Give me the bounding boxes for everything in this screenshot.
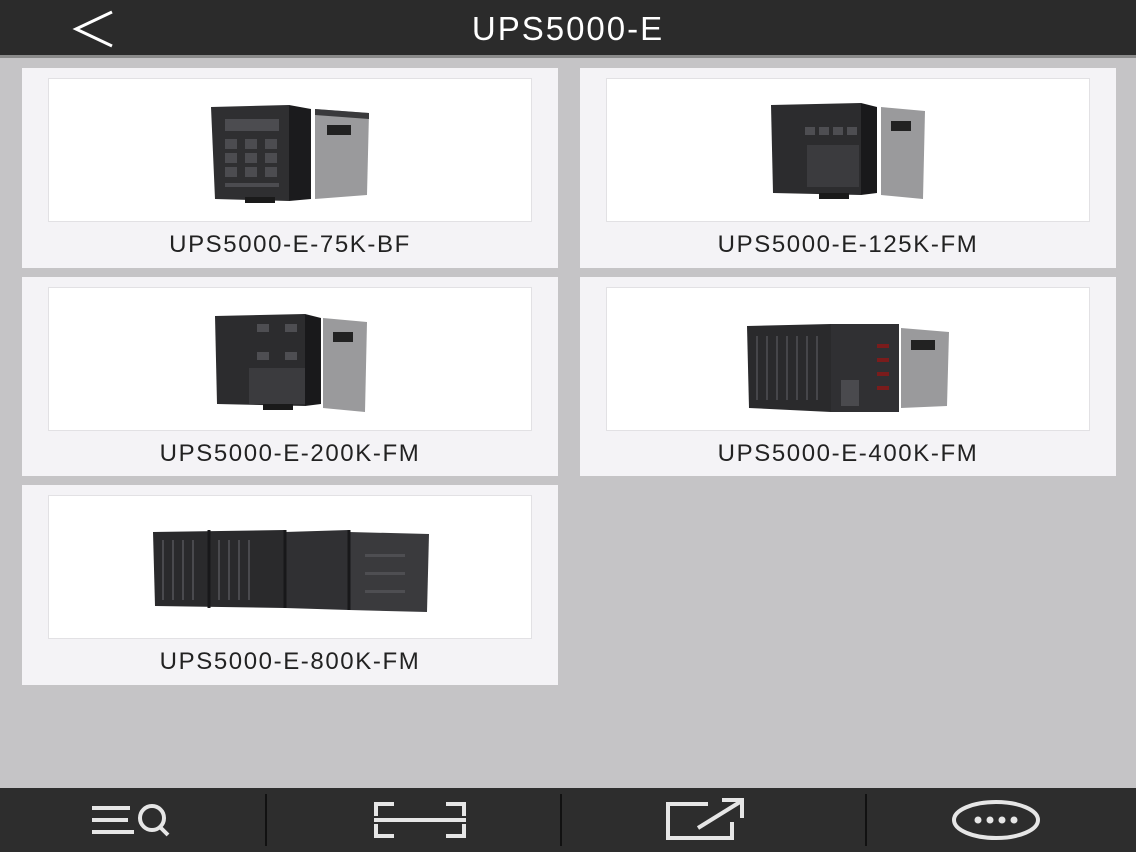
toolbar-divider [265, 794, 267, 846]
ups-cabinet-200k-image [215, 314, 367, 412]
product-card-75k-bf[interactable]: UPS5000-E-75K-BF [22, 68, 558, 268]
scan-icon [374, 802, 466, 838]
product-card-800k-fm[interactable]: UPS5000-E-800K-FM [22, 485, 558, 685]
product-image-400k-fm [606, 287, 1090, 431]
list-search-button[interactable] [38, 788, 238, 852]
more-icon [952, 800, 1040, 840]
product-label: UPS5000-E-200K-FM [159, 440, 421, 467]
bottom-toolbar [0, 788, 1136, 852]
product-image-125k-fm [606, 78, 1090, 222]
product-label: UPS5000-E-800K-FM [159, 648, 421, 675]
more-button[interactable] [896, 788, 1096, 852]
product-card-400k-fm[interactable]: UPS5000-E-400K-FM [580, 277, 1116, 476]
product-label: UPS5000-E-400K-FM [717, 440, 979, 467]
ups-cabinet-75k-image [211, 105, 369, 203]
toolbar-divider [560, 794, 562, 846]
list-search-icon [92, 804, 170, 837]
share-icon [666, 798, 744, 840]
product-image-75k-bf [48, 78, 532, 222]
share-button[interactable] [606, 788, 806, 852]
product-image-200k-fm [48, 287, 532, 431]
ups-cabinet-800k-image [153, 530, 429, 612]
ups-cabinet-400k-image [747, 324, 949, 412]
product-card-200k-fm[interactable]: UPS5000-E-200K-FM [22, 277, 558, 476]
top-bar: UPS5000-E [0, 0, 1136, 58]
page-title: UPS5000-E [471, 10, 665, 47]
toolbar-divider [865, 794, 867, 846]
product-label: UPS5000-E-75K-BF [169, 231, 411, 258]
product-image-800k-fm [48, 495, 532, 639]
product-label: UPS5000-E-125K-FM [717, 231, 979, 258]
product-card-125k-fm[interactable]: UPS5000-E-125K-FM [580, 68, 1116, 268]
ups-cabinet-125k-image [771, 103, 925, 199]
scan-button[interactable] [320, 788, 520, 852]
